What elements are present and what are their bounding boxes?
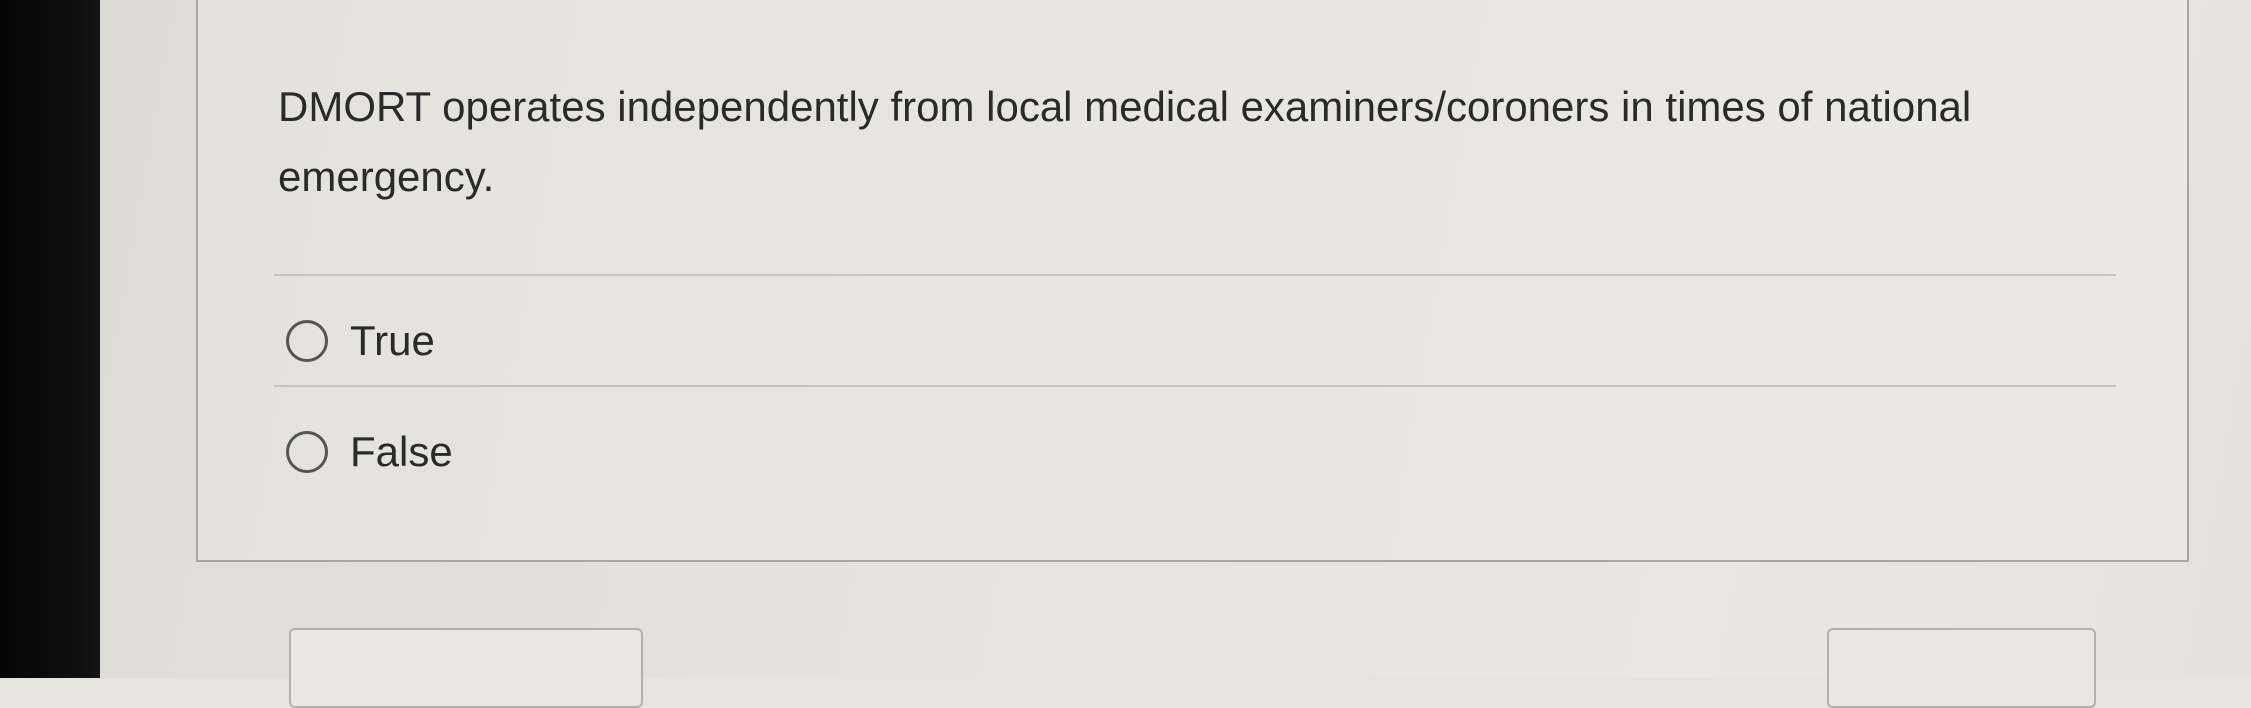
divider	[274, 385, 2116, 387]
radio-button-true[interactable]	[286, 320, 328, 362]
previous-button[interactable]	[289, 628, 643, 708]
question-text: DMORT operates independently from local …	[278, 83, 1972, 200]
option-true[interactable]: True	[286, 311, 435, 371]
divider	[274, 274, 2116, 276]
radio-button-false[interactable]	[286, 431, 328, 473]
option-label-false: False	[350, 428, 453, 475]
option-false[interactable]: False	[286, 422, 453, 482]
option-label-true: True	[350, 317, 435, 364]
question-card: DMORT operates independently from local …	[196, 0, 2189, 562]
next-button[interactable]	[1827, 628, 2096, 708]
